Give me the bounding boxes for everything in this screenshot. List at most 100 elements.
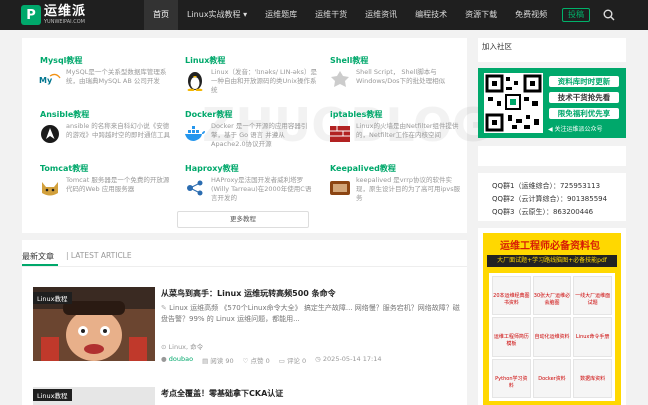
category-desc: Tomcat 服务器是一个免费的开放源代码的Web 应用服务器 xyxy=(66,176,170,193)
article-title[interactable]: 考点全覆盖！零基础拿下CKA认证 xyxy=(161,388,283,399)
site-logo[interactable]: P 运维派 YUNWEIPAI.COM xyxy=(21,3,86,27)
article-thumbnail[interactable]: Linux教程 xyxy=(33,287,155,361)
shell-icon xyxy=(329,69,351,91)
category-title: Ansible教程 xyxy=(40,110,90,119)
nav-question-bank[interactable]: 运维题库 xyxy=(256,0,306,30)
nav-ops-tips[interactable]: 运维干货 xyxy=(306,0,356,30)
category-linux[interactable]: Linux教程 Linux（发音：'lɪnəks/ LIN-əks）是一种自由和… xyxy=(184,55,319,103)
qr-line-3: 限免福利优先享 xyxy=(549,108,619,119)
resource-item: 运维工程师简历模板 xyxy=(492,317,531,357)
article-category-tag[interactable]: Linux教程 xyxy=(33,389,72,401)
category-mysql[interactable]: Mysql教程 My MySQL是一个关系型数据库管理系统，由瑞典MySQL A… xyxy=(39,55,174,103)
keepalived-icon xyxy=(329,177,351,199)
category-desc: MySQL是一个关系型数据库管理系统，由瑞典MySQL AB 公司开发 xyxy=(66,68,167,85)
tag-icon: ⊙ xyxy=(161,343,169,351)
category-haproxy[interactable]: Haproxy教程 HAProxy是法国开发者威利塔罗(Willy Tarrea… xyxy=(184,163,319,211)
clock-icon: ◷ xyxy=(315,355,323,363)
ops-resource-pack-banner[interactable]: 运维工程师必备资料包 大厂面试题+学习路线脑图+必备技能pdf 20本运维经典图… xyxy=(478,228,626,405)
nav-free-video[interactable]: 免费视频 xyxy=(506,0,556,30)
category-title: Shell教程 xyxy=(330,56,369,65)
join-community-card: 加入社区 xyxy=(478,38,626,62)
excerpt-text: Linux 运维高频 《570个Linux命令大全》 搞定生产故障... 网络慢… xyxy=(161,304,460,323)
resource-pack-subtitle: 大厂面试题+学习路线脑图+必备技能pdf xyxy=(487,255,617,267)
category-shell[interactable]: Shell教程 Shell Script， Shell脚本与Windows/Do… xyxy=(329,55,464,103)
resource-item: 30张大厂运维必会脑图 xyxy=(532,276,572,316)
nav-linux-tutorial[interactable]: Linux实战教程 ▾ xyxy=(178,0,256,30)
resource-item: Linux命令手册 xyxy=(573,317,612,357)
resource-item: 数据库资料 xyxy=(573,358,612,398)
category-title: Keepalived教程 xyxy=(330,164,396,173)
category-keepalived[interactable]: Keepalived教程 keepalived 是vrrp协议的软件实现，原生设… xyxy=(329,163,464,211)
category-docker[interactable]: Docker教程 Docker 是一个开源的应用容器引擎，基于 Go 语言 并遵… xyxy=(184,109,319,157)
submit-post-button[interactable]: 投稿 xyxy=(562,8,590,22)
svg-text:My: My xyxy=(39,76,53,85)
category-desc: HAProxy是法国开发者威利塔罗(Willy Tarreau)在2000年使用… xyxy=(211,176,312,202)
haproxy-icon xyxy=(184,177,206,199)
category-desc: Shell Script， Shell脚本与Windows/Dos下的批处理相似 xyxy=(356,68,446,85)
comments-count: 评论 0 xyxy=(286,357,307,365)
category-ansible[interactable]: Ansible教程 ansible 的名称来自科幻小说《安德的游戏》中跨越时空的… xyxy=(39,109,174,157)
article-date: 2025-05-14 17:14 xyxy=(322,355,382,363)
tux-icon xyxy=(184,69,206,91)
category-desc: keepalived 是vrrp协议的软件实现，原生设计目的为了高可用ipvs服… xyxy=(356,176,461,202)
logo-subtitle: YUNWEIPAI.COM xyxy=(44,19,85,25)
author-name[interactable]: doubao xyxy=(169,355,193,363)
category-desc: Docker 是一个开源的应用容器引擎，基于 Go 语言 并遵从Apache2.… xyxy=(211,122,308,148)
resource-pack-grid: 20本运维经典图书资料 30张大厂运维必会脑图 一线大厂运维面试题 运维工程师简… xyxy=(489,273,615,401)
nav-programming[interactable]: 编程技术 xyxy=(406,0,456,30)
logo-title: 运维派 xyxy=(44,4,87,19)
top-navbar: P 运维派 YUNWEIPAI.COM 首页 Linux实战教程 ▾ 运维题库 … xyxy=(0,0,648,30)
resource-item: Python学习资料 xyxy=(492,358,531,398)
qq-group-3[interactable]: QQ群3（云原生）：863200446 xyxy=(492,207,593,217)
qr-code-icon xyxy=(484,73,543,133)
tomcat-icon xyxy=(39,177,61,199)
category-tomcat[interactable]: Tomcat教程 Tomcat 服务器是一个免费的开放源代码的Web 应用服务器 xyxy=(39,163,174,211)
ansible-icon xyxy=(39,123,61,145)
category-title: Docker教程 xyxy=(185,110,233,119)
tags-text[interactable]: Linux, 命令 xyxy=(169,343,204,351)
docker-icon xyxy=(184,123,206,145)
article-meta: ● doubao ▤ 阅读 90 ♡ 点赞 0 ▭ 评论 0 ◷ 2025-05… xyxy=(161,355,381,365)
search-icon[interactable] xyxy=(603,9,615,21)
resource-pack-title: 运维工程师必备资料包 xyxy=(500,241,600,252)
resource-item: 一线大厂运维面试题 xyxy=(573,276,612,316)
latest-header: 最新文章 | LATEST ARTICLE xyxy=(22,250,467,267)
latest-title: 最新文章 xyxy=(22,252,58,266)
author-avatar-icon: ● xyxy=(161,355,169,363)
likes-icon: ♡ xyxy=(242,357,251,365)
category-title: iptables教程 xyxy=(330,110,383,119)
category-title: Linux教程 xyxy=(185,56,226,65)
latest-articles: 最新文章 | LATEST ARTICLE Linux教程 从菜鸟到高手：Lin… xyxy=(22,240,467,405)
follow-wechat-label: ◀ 关注运维派公众号 xyxy=(548,126,603,133)
latest-subtitle: | LATEST ARTICLE xyxy=(66,251,132,260)
likes-count: 点赞 0 xyxy=(250,357,270,365)
wechat-qr-banner[interactable]: 资料库时时更新 技术干货抢先看 限免福利优先享 ◀ 关注运维派公众号 xyxy=(478,68,626,138)
qq-group-1[interactable]: QQ群1（运维综合）：725953113 xyxy=(492,181,600,191)
comments-icon: ▭ xyxy=(278,357,287,365)
category-title: Mysql教程 xyxy=(40,56,83,65)
article-tags: ⊙ Linux, 命令 xyxy=(161,341,203,351)
article-title[interactable]: 从菜鸟到高手：Linux 运维玩转高频500 条命令 xyxy=(161,288,336,299)
main-nav: 首页 Linux实战教程 ▾ 运维题库 运维干货 运维资讯 编程技术 资源下载 … xyxy=(144,0,556,30)
nav-ops-news[interactable]: 运维资讯 xyxy=(356,0,406,30)
category-title: Tomcat教程 xyxy=(40,164,89,173)
more-tutorials-button[interactable]: 更多教程 xyxy=(177,211,309,228)
category-desc: Linux的火墙是由Netfilter组件提供的，Netfilter工作在内核空… xyxy=(356,122,459,139)
excerpt-icon: ✎ xyxy=(161,304,170,312)
category-title: Haproxy教程 xyxy=(185,164,239,173)
nav-downloads[interactable]: 资源下载 xyxy=(456,0,506,30)
article-thumbnail[interactable]: Linux教程 xyxy=(33,387,155,405)
qq-group-2[interactable]: QQ群2（云计算综合）：901385594 xyxy=(492,194,607,204)
logo-p-icon: P xyxy=(21,5,41,25)
article-excerpt: ✎ Linux 运维高频 《570个Linux命令大全》 搞定生产故障... 网… xyxy=(161,303,461,325)
article-category-tag[interactable]: Linux教程 xyxy=(33,292,72,304)
category-iptables[interactable]: iptables教程 Linux的火墙是由Netfilter组件提供的，Netf… xyxy=(329,109,464,157)
resource-item: 20本运维经典图书资料 xyxy=(492,276,531,316)
category-desc: ansible 的名称来自科幻小说《安德的游戏》中跨越时空的即时通信工具 xyxy=(66,122,170,139)
category-desc: Linux（发音：'lɪnəks/ LIN-əks）是一种自由和开放源码的类Un… xyxy=(211,68,317,94)
tutorial-categories: ZHUOBLOG Mysql教程 My MySQL是一个关系型数据库管理系统，由… xyxy=(22,38,490,233)
mysql-icon: My xyxy=(39,69,61,91)
nav-home[interactable]: 首页 xyxy=(144,0,178,30)
iptables-icon xyxy=(329,123,351,145)
resource-item: Docker资料 xyxy=(532,358,572,398)
